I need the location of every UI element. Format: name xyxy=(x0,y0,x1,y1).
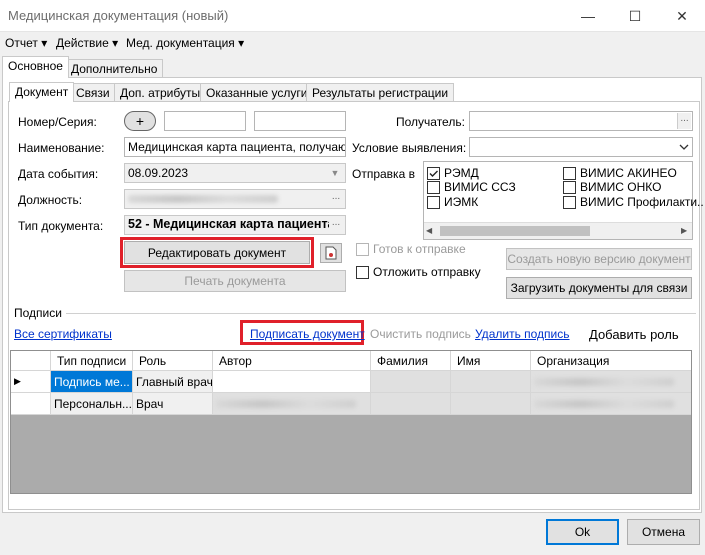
table-cell-role[interactable]: Врач xyxy=(133,393,213,415)
event-date-label: Дата события: xyxy=(18,167,99,181)
checkbox-icon[interactable] xyxy=(356,266,369,279)
column-header-role[interactable]: Роль xyxy=(133,351,213,371)
series-input[interactable] xyxy=(254,111,346,131)
checkbox-icon[interactable] xyxy=(563,167,576,180)
document-icon[interactable] xyxy=(320,243,342,263)
column-header-firstname[interactable]: Имя xyxy=(451,351,531,371)
checkbox-icon[interactable] xyxy=(427,181,440,194)
menu-bar: Отчет ▾ Действие ▾ Мед. документация ▾ xyxy=(0,32,705,54)
table-cell-type[interactable]: Персональн... xyxy=(51,393,133,415)
recipient-lookup-button[interactable]: ... xyxy=(677,113,691,129)
column-header-org[interactable]: Организация xyxy=(531,351,691,371)
name-label: Наименование: xyxy=(18,141,105,155)
send-to-label: Отправка в xyxy=(352,167,415,181)
scrollbar-thumb[interactable] xyxy=(440,226,590,236)
print-document-button[interactable]: Печать документа xyxy=(124,270,346,292)
number-input[interactable] xyxy=(164,111,246,131)
minimize-button[interactable]: — xyxy=(565,0,611,32)
close-button[interactable]: ✕ xyxy=(659,0,705,32)
checkbox-checked-icon[interactable] xyxy=(427,167,440,180)
tab-links[interactable]: Связи xyxy=(70,83,116,103)
edit-document-button[interactable]: Редактировать документ xyxy=(124,241,310,264)
maximize-button[interactable]: ☐ xyxy=(612,0,658,32)
cancel-button[interactable]: Отмена xyxy=(627,519,700,545)
signatures-title: Подписи xyxy=(14,306,66,320)
row-header xyxy=(11,351,51,371)
recipient-label: Получатель: xyxy=(396,115,465,129)
current-row-marker-icon: ▶ xyxy=(11,371,51,393)
all-certificates-link[interactable]: Все сертификаты xyxy=(14,327,112,341)
delete-signature-link[interactable]: Удалить подпись xyxy=(475,327,570,341)
menu-action[interactable]: Действие ▾ xyxy=(56,36,118,50)
condition-label: Условие выявления: xyxy=(352,141,467,155)
doctype-input[interactable]: 52 - Медицинская карта пациента xyxy=(124,215,346,235)
name-input[interactable]: Медицинская карта пациента, получающег xyxy=(124,137,346,157)
add-number-button[interactable]: + xyxy=(124,111,156,131)
recipient-input[interactable] xyxy=(469,111,693,131)
position-lookup-button[interactable]: ... xyxy=(329,191,343,207)
scroll-left-icon[interactable]: ◀ xyxy=(426,226,434,236)
table-cell-firstname[interactable] xyxy=(451,371,531,393)
doctype-lookup-button[interactable]: ... xyxy=(329,217,343,233)
tab-registration[interactable]: Результаты регистрации xyxy=(306,83,455,103)
signatures-grid: Тип подписи Роль Автор Фамилия Имя Орган… xyxy=(10,350,692,494)
condition-select[interactable] xyxy=(469,137,693,157)
table-cell-firstname[interactable] xyxy=(451,393,531,415)
ok-button[interactable]: Ok xyxy=(546,519,619,545)
checkbox-icon[interactable] xyxy=(427,196,440,209)
column-header-type[interactable]: Тип подписи xyxy=(51,351,133,371)
position-label: Должность: xyxy=(18,193,83,207)
send-targets-list: РЭМД ВИМИС АКИНЕО ВИМИС ССЗ ВИМИС ОНКО И… xyxy=(423,161,704,240)
table-cell-author[interactable] xyxy=(213,393,371,415)
tab-document[interactable]: Документ xyxy=(9,82,75,102)
position-input[interactable] xyxy=(124,189,346,209)
event-date-input[interactable]: 08.09.2023 xyxy=(124,163,346,183)
table-cell-lastname[interactable] xyxy=(371,393,451,415)
clear-signature-link[interactable]: Очистить подпись xyxy=(370,327,471,341)
title-bar: Медицинская документация (новый) — ☐ ✕ xyxy=(0,0,705,32)
add-role-button[interactable]: Добавить роль xyxy=(589,327,679,342)
create-new-version-button[interactable]: Создать новую версию документ xyxy=(506,248,692,270)
row-marker xyxy=(11,393,51,415)
menu-med-docs[interactable]: Мед. документация ▾ xyxy=(126,36,244,50)
table-cell-author[interactable] xyxy=(213,371,371,393)
sign-document-link[interactable]: Подписать документ xyxy=(250,327,365,341)
horizontal-scrollbar[interactable]: ◀ ▶ xyxy=(424,222,692,239)
table-cell-org[interactable] xyxy=(531,371,691,393)
doctype-label: Тип документа: xyxy=(18,219,104,233)
tab-services[interactable]: Оказанные услуги xyxy=(200,83,314,103)
checkbox-icon[interactable] xyxy=(563,196,576,209)
load-linked-docs-button[interactable]: Загрузить документы для связи xyxy=(506,277,692,299)
tab-extra-attrs[interactable]: Доп. атрибуты xyxy=(114,83,207,103)
chevron-down-icon[interactable]: ▼ xyxy=(328,166,342,180)
column-header-lastname[interactable]: Фамилия xyxy=(371,351,451,371)
table-cell-lastname[interactable] xyxy=(371,371,451,393)
tab-main[interactable]: Основное xyxy=(2,56,69,78)
tab-additional[interactable]: Дополнительно xyxy=(65,59,164,79)
signatures-divider xyxy=(14,313,696,314)
scroll-right-icon[interactable]: ▶ xyxy=(681,226,689,236)
number-label: Номер/Серия: xyxy=(18,115,97,129)
menu-report[interactable]: Отчет ▾ xyxy=(5,36,47,50)
checkbox-icon[interactable] xyxy=(356,243,369,256)
table-cell-role[interactable]: Главный врач xyxy=(133,371,213,393)
table-cell-type[interactable]: Подпись ме... xyxy=(51,371,133,393)
column-header-author[interactable]: Автор xyxy=(213,351,371,371)
table-cell-org[interactable] xyxy=(531,393,691,415)
checkbox-icon[interactable] xyxy=(563,181,576,194)
chevron-down-icon[interactable] xyxy=(677,139,691,155)
window-title: Медицинская документация (новый) xyxy=(8,8,229,23)
